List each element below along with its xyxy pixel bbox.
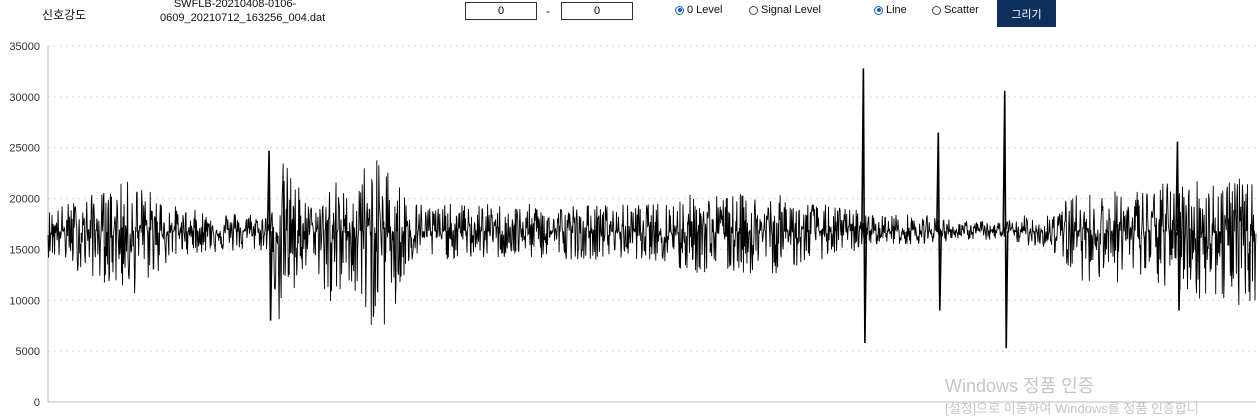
radio-unchecked-icon xyxy=(932,5,941,15)
y-tick-label: 25000 xyxy=(9,143,40,155)
draw-button[interactable]: 그리기 xyxy=(997,0,1056,27)
y-tick-label: 15000 xyxy=(9,244,40,256)
range-from-input[interactable] xyxy=(465,2,537,20)
chart-grid xyxy=(48,45,1256,352)
signal-spike xyxy=(935,132,943,311)
signal-spike xyxy=(1002,90,1009,349)
radio-signal-level[interactable]: Signal Level xyxy=(749,4,821,16)
range-to-input[interactable] xyxy=(561,2,633,20)
radio-zero-level[interactable]: 0 Level xyxy=(675,4,722,16)
activation-watermark-title: Windows 정품 인증 xyxy=(945,376,1095,396)
page-title: 신호강도 xyxy=(42,8,87,22)
radio-scatter[interactable]: Scatter xyxy=(932,4,979,16)
y-tick-label: 10000 xyxy=(9,295,40,307)
signal-spike xyxy=(861,68,868,344)
radio-line[interactable]: Line xyxy=(874,4,907,16)
y-tick-label: 35000 xyxy=(9,41,40,53)
y-tick-label: 0 xyxy=(34,397,40,409)
toolbar: 신호강도 SWFLB-20210408-0106- 0609_20210712_… xyxy=(0,0,1260,34)
activation-watermark-text: [설정]으로 이동하여 Windows를 정품 인증합니 xyxy=(945,401,1199,416)
series-signal xyxy=(47,68,1257,349)
radio-line-label: Line xyxy=(886,4,907,16)
radio-zero-level-label: 0 Level xyxy=(687,4,723,16)
file-name: SWFLB-20210408-0106- 0609_20210712_16325… xyxy=(160,0,326,24)
radio-scatter-label: Scatter xyxy=(944,4,979,16)
radio-unchecked-icon xyxy=(749,5,758,15)
y-tick-label: 5000 xyxy=(16,346,40,358)
radio-checked-icon xyxy=(675,5,684,15)
radio-signal-level-label: Signal Level xyxy=(761,4,821,16)
range-separator: - xyxy=(546,4,550,18)
signal-chart: 0 5000 10000 15000 20000 25000 30000 35000 xyxy=(9,41,1257,409)
y-tick-label: 30000 xyxy=(9,92,40,104)
y-axis-ticks: 0 5000 10000 15000 20000 25000 30000 35000 xyxy=(9,41,40,409)
radio-checked-icon xyxy=(874,5,883,15)
signal-spike xyxy=(266,150,273,321)
y-tick-label: 20000 xyxy=(9,194,40,206)
